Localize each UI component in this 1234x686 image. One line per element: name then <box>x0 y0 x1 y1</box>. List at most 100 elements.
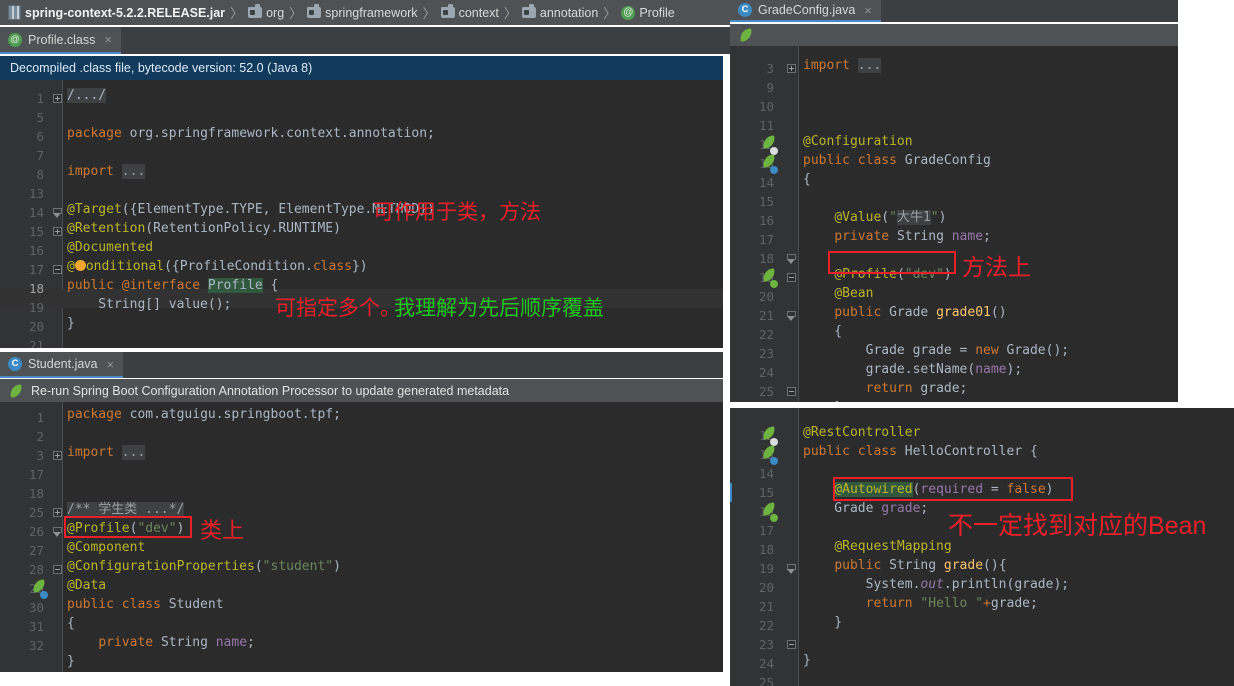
fold-marker-collapse[interactable] <box>787 564 796 574</box>
rerun-annotation-processor-bar[interactable]: Re-run Spring Boot Configuration Annotat… <box>0 379 723 402</box>
fold-marker-collapse[interactable] <box>787 640 796 649</box>
spring-rerun-icon <box>9 383 24 398</box>
decompiled-info-text: Decompiled .class file, bytecode version… <box>10 61 313 75</box>
fold-marker-expand[interactable] <box>53 227 62 236</box>
line-number: 1 <box>36 410 44 425</box>
code-identifier-highlighted: Profile <box>207 278 263 293</box>
tabstrip-profile-class: @ Profile.class × <box>0 27 730 54</box>
fold-marker-expand[interactable] <box>53 451 62 460</box>
fold-marker-collapse[interactable] <box>53 527 62 537</box>
annotation-icon: @ <box>621 5 636 20</box>
code-type: String <box>896 229 952 244</box>
code-field: grade <box>881 501 921 516</box>
spring-config-icon[interactable] <box>762 135 778 155</box>
breadcrumb-item-org[interactable]: org <box>248 4 284 20</box>
fold-marker-collapse[interactable] <box>787 311 796 321</box>
intention-bulb-icon[interactable] <box>74 260 86 271</box>
close-icon[interactable]: × <box>107 357 115 372</box>
code-keyword: import <box>67 445 122 460</box>
line-number: 8 <box>36 167 44 182</box>
spring-bean-icon[interactable] <box>32 579 48 599</box>
breadcrumb-item-profile[interactable]: @ Profile <box>621 5 675 20</box>
spring-bean-arrow-icon[interactable] <box>762 502 778 522</box>
line-number: 27 <box>28 543 44 558</box>
annotation-text-order-override: 我理解为先后顺序覆盖 <box>394 297 604 320</box>
line-number: 23 <box>758 637 774 652</box>
line-number: 19 <box>28 300 44 315</box>
code-keyword: import <box>67 164 122 179</box>
fold-marker-collapse[interactable] <box>787 254 796 264</box>
line-number: 22 <box>758 327 774 342</box>
code-keyword: public <box>834 305 890 320</box>
breadcrumb-item-springframework[interactable]: springframework <box>307 4 418 20</box>
code-text: = <box>983 482 1007 497</box>
breadcrumb-separator: 〉 <box>230 6 244 21</box>
line-number: 14 <box>758 175 774 190</box>
code-fold-placeholder[interactable]: ... <box>121 164 146 179</box>
tab-grade-config[interactable]: C GradeConfig.java × <box>730 0 881 22</box>
breadcrumb-item-context[interactable]: context <box>440 4 499 20</box>
line-number: 3 <box>36 448 44 463</box>
code-keyword: public <box>834 558 890 573</box>
code-fold-placeholder[interactable]: ... <box>857 58 882 73</box>
spring-bean-arrow-icon[interactable] <box>762 268 778 288</box>
code-text: ) <box>333 559 341 574</box>
breadcrumb-item-jar[interactable]: spring-context-5.2.2.RELEASE.jar <box>8 5 225 20</box>
line-number: 18 <box>758 251 774 266</box>
tab-profile-class[interactable]: @ Profile.class × <box>0 27 121 54</box>
line-number: 20 <box>28 319 44 334</box>
fold-marker-collapse[interactable] <box>787 273 796 282</box>
spring-rerun-icon <box>739 28 754 42</box>
close-icon[interactable]: × <box>104 32 112 47</box>
annotation-text-on-method: 方法上 <box>962 254 1031 280</box>
code-annotation: @ConfigurationProperties <box>67 559 255 574</box>
fold-marker-expand[interactable] <box>787 64 796 73</box>
code-method: grade <box>943 558 984 573</box>
code-javadoc-fold[interactable]: /** 学生类 ...*/ <box>67 502 185 517</box>
grade-config-info-bar[interactable] <box>730 24 1178 46</box>
fold-marker-expand[interactable] <box>53 94 62 103</box>
code-keyword: package <box>67 126 130 141</box>
line-number: 17 <box>758 232 774 247</box>
fold-marker-collapse[interactable] <box>53 565 62 574</box>
close-icon[interactable]: × <box>864 3 872 18</box>
code-string: " <box>889 210 897 225</box>
line-number: 21 <box>758 599 774 614</box>
line-number: 3 <box>766 61 774 76</box>
fold-marker-expand[interactable] <box>53 508 62 517</box>
code-text: ) <box>943 267 952 282</box>
code-annotation: @Bean <box>834 286 874 301</box>
code-field: out <box>920 577 944 592</box>
fold-marker-collapse[interactable] <box>787 387 796 396</box>
fold-marker-collapse[interactable] <box>53 208 62 218</box>
code-annotation: @RequestMapping <box>834 539 952 554</box>
fold-marker-collapse[interactable] <box>53 265 62 274</box>
code-string-highlighted: 大牛1 <box>896 210 931 225</box>
folder-icon <box>521 4 536 18</box>
folder-icon <box>307 4 322 18</box>
code-field: name <box>215 635 248 650</box>
spring-bean-icon[interactable] <box>762 154 778 174</box>
breadcrumb-item-annotation[interactable]: annotation <box>521 4 598 20</box>
code-keyword: package <box>67 407 130 422</box>
tab-student-java[interactable]: C Student.java × <box>0 352 124 378</box>
line-number: 25 <box>28 505 44 520</box>
code-text: { <box>803 172 811 187</box>
code-text: ( <box>881 210 890 225</box>
breadcrumb-label: context <box>458 5 499 20</box>
spring-config-icon[interactable] <box>762 426 778 446</box>
code-type: String <box>160 635 216 650</box>
code-field: name <box>975 362 1007 377</box>
code-fold-placeholder[interactable]: ... <box>121 445 146 460</box>
breadcrumb: spring-context-5.2.2.RELEASE.jar 〉 org 〉… <box>0 0 730 25</box>
line-number: 25 <box>758 384 774 399</box>
code-annotation: @Profile <box>834 267 897 282</box>
line-number: 16 <box>758 213 774 228</box>
spring-bean-icon[interactable] <box>762 445 778 465</box>
code-string: " <box>930 210 939 225</box>
